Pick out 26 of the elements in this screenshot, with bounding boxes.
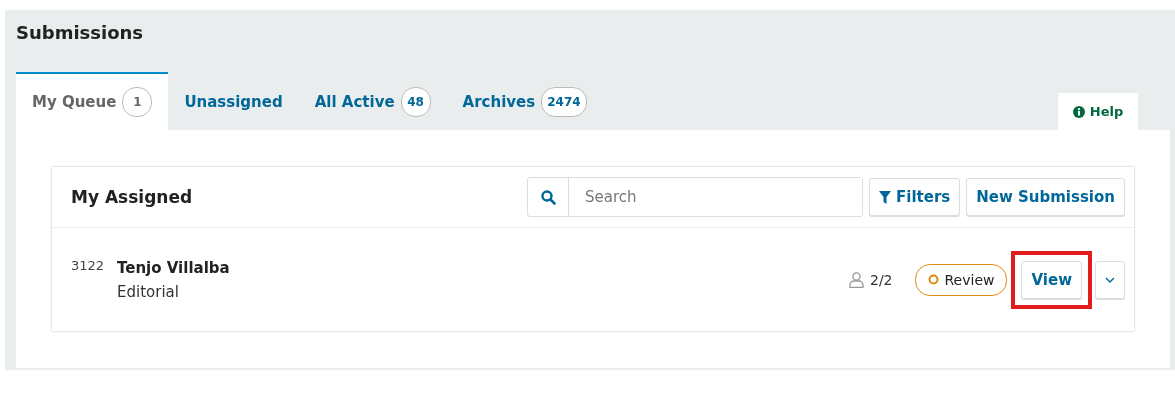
count-badge: 2474 — [541, 87, 587, 117]
submission-id: 3122 — [71, 258, 106, 273]
author-name[interactable]: Tenjo Villalba — [117, 258, 230, 277]
tab[interactable]: All Active 48 — [298, 74, 447, 130]
filters-button[interactable]: Filters — [869, 178, 961, 216]
stage-badge: Review — [914, 263, 1008, 296]
tab[interactable]: My Queue 1 — [16, 72, 169, 130]
search-icon — [540, 189, 556, 205]
filter-icon — [879, 190, 891, 204]
more-button[interactable] — [1095, 260, 1125, 299]
count-badge: 48 — [400, 87, 431, 117]
page-title: Submissions — [16, 21, 145, 45]
participants-text: 2/2 — [870, 271, 893, 288]
tab[interactable]: Unassigned — [168, 74, 299, 130]
card-title: My Assigned — [71, 187, 193, 207]
count-badge: 1 — [122, 87, 153, 117]
view-button[interactable]: View — [1021, 260, 1082, 299]
search-field[interactable]: Search — [527, 177, 863, 217]
user-icon — [849, 271, 864, 288]
section-name: Editorial — [117, 282, 180, 301]
tab[interactable]: Archives 2474 — [446, 74, 603, 130]
circle-icon — [927, 274, 939, 285]
help-tab[interactable]: Help — [1058, 93, 1138, 130]
info-icon — [1072, 105, 1085, 118]
new-submission-button[interactable]: New Submission — [966, 178, 1125, 216]
chevron-down-icon — [1105, 276, 1115, 283]
